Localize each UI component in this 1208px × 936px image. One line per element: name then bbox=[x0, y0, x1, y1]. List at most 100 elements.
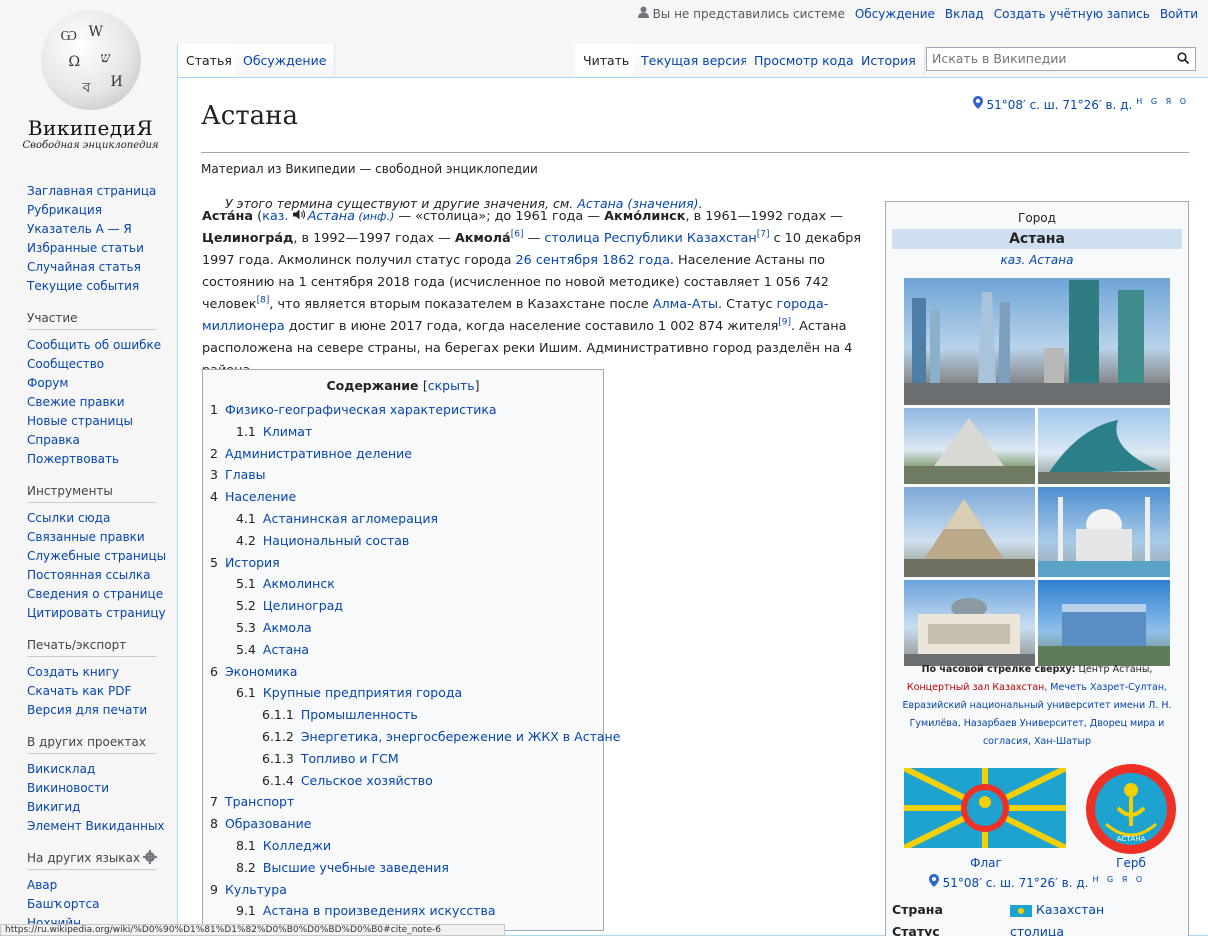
toc-link[interactable]: 4 Население bbox=[210, 489, 296, 504]
sidebar-participation-link[interactable]: Справка bbox=[27, 433, 80, 447]
sidebar-print-link[interactable]: Версия для печати bbox=[27, 703, 147, 717]
toc-item[interactable]: 8.1 Колледжи bbox=[203, 835, 603, 857]
toc-item[interactable]: 6.1.2 Энергетика, энергосбережение и ЖКХ … bbox=[203, 726, 620, 748]
flag-label[interactable]: Флаг bbox=[956, 856, 1016, 870]
sidebar-project-link[interactable]: Викигид bbox=[27, 800, 80, 814]
sidebar-participation-item[interactable]: Форум bbox=[27, 374, 157, 393]
sidebar-tools-item[interactable]: Сведения о странице bbox=[27, 585, 163, 604]
tab-talk[interactable]: Обсуждение bbox=[235, 44, 336, 77]
sidebar-participation-item[interactable]: Новые страницы bbox=[27, 412, 157, 431]
sidebar-tools-link[interactable]: Сведения о странице bbox=[27, 587, 163, 601]
sidebar-participation-link[interactable]: Пожертвовать bbox=[27, 452, 119, 466]
tab-read[interactable]: Читать bbox=[575, 44, 639, 77]
sidebar-nav-item[interactable]: Случайная статья bbox=[27, 258, 157, 277]
toc-item[interactable]: 5.3 Акмола bbox=[203, 617, 603, 639]
sidebar-participation-link[interactable]: Сообщество bbox=[27, 357, 104, 371]
sidebar-nav-link[interactable]: Указатель А — Я bbox=[27, 222, 132, 236]
sidebar-tools-link[interactable]: Связанные правки bbox=[27, 530, 145, 544]
toc-item[interactable]: 2 Административное деление bbox=[203, 443, 603, 465]
sidebar-print-link[interactable]: Создать книгу bbox=[27, 665, 119, 679]
gear-icon[interactable] bbox=[143, 850, 157, 868]
toc-link[interactable]: 9.1 Астана в произведениях искусства bbox=[236, 903, 496, 918]
country-link[interactable]: Казахстан bbox=[1036, 902, 1104, 917]
sidebar-participation-item[interactable]: Сообщество bbox=[27, 355, 157, 374]
sidebar-project-item[interactable]: Викиновости bbox=[27, 779, 157, 798]
audio-info-link[interactable]: (инф.) bbox=[355, 210, 394, 223]
sidebar-tools-link[interactable]: Ссылки сюда bbox=[27, 511, 110, 525]
capital-link[interactable]: столица Республики Казахстан bbox=[544, 231, 756, 246]
toc-item[interactable]: 1 Физико-географическая характеристика bbox=[203, 399, 603, 421]
infobox-kaz-link[interactable]: каз. Астана bbox=[1001, 253, 1074, 267]
photo-hazret-sultan-mosque[interactable] bbox=[1038, 487, 1170, 577]
toc-link[interactable]: 1.1 Климат bbox=[236, 424, 312, 439]
toc-link[interactable]: 5.3 Акмола bbox=[236, 620, 312, 635]
toc-item[interactable]: 5.1 Акмолинск bbox=[203, 573, 603, 595]
toc-link[interactable]: 5.1 Акмолинск bbox=[236, 576, 335, 591]
sidebar-participation-item[interactable]: Свежие правки bbox=[27, 393, 157, 412]
sidebar-tools-item[interactable]: Постоянная ссылка bbox=[27, 566, 157, 585]
toc-item[interactable]: 4.2 Национальный состав bbox=[203, 530, 603, 552]
sidebar-participation-link[interactable]: Сообщить об ошибке bbox=[27, 338, 161, 352]
toc-link[interactable]: 7 Транспорт bbox=[210, 794, 294, 809]
sidebar-nav-link[interactable]: Текущие события bbox=[27, 279, 139, 293]
toc-item[interactable]: 6.1 Крупные предприятия города bbox=[203, 682, 603, 704]
toc-link[interactable]: 4.2 Национальный состав bbox=[236, 533, 409, 548]
toc-item[interactable]: 5.4 Астана bbox=[203, 639, 603, 661]
toc-item[interactable]: 4 Население bbox=[203, 486, 603, 508]
sidebar-participation-link[interactable]: Форум bbox=[27, 376, 68, 390]
sidebar-language-item[interactable]: Авар bbox=[27, 876, 157, 895]
create-account-link[interactable]: Создать учётную запись bbox=[994, 7, 1150, 21]
toc-item[interactable]: 6.1.1 Промышленность bbox=[203, 704, 603, 726]
photo-concert-hall[interactable] bbox=[1038, 408, 1170, 484]
almaty-link[interactable]: Алма-Аты bbox=[653, 297, 718, 312]
ref-6[interactable]: [6] bbox=[511, 230, 524, 240]
toc-link[interactable]: 8.1 Колледжи bbox=[236, 838, 331, 853]
caption-red-link[interactable]: Концертный зал Казахстан bbox=[907, 682, 1044, 693]
sidebar-project-item[interactable]: Викисклад bbox=[27, 760, 157, 779]
tab-history[interactable]: История bbox=[853, 44, 925, 77]
toc-item[interactable]: 8.2 Высшие учебные заведения bbox=[203, 857, 603, 879]
sidebar-tools-item[interactable]: Служебные страницы bbox=[27, 547, 166, 566]
ref-8[interactable]: [8] bbox=[257, 296, 270, 306]
toc-item[interactable]: 6.1.3 Топливо и ГСМ bbox=[203, 748, 603, 770]
infobox-coordinates[interactable]: 51°08′ с. ш. 71°26′ в. д. H G Я O bbox=[886, 874, 1188, 890]
toc-link[interactable]: 5.2 Целиноград bbox=[236, 598, 343, 613]
kaz-link[interactable]: каз. bbox=[262, 209, 288, 224]
sidebar-tools-link[interactable]: Постоянная ссылка bbox=[27, 568, 151, 582]
toc-item[interactable]: 9 Культура bbox=[203, 879, 603, 901]
sidebar-nav-link[interactable]: Заглавная страница bbox=[27, 184, 156, 198]
status-value[interactable]: столица bbox=[1010, 924, 1064, 936]
sidebar-participation-link[interactable]: Свежие правки bbox=[27, 395, 125, 409]
sidebar-print-item[interactable]: Версия для печати bbox=[27, 701, 157, 720]
speaker-icon[interactable] bbox=[292, 209, 305, 224]
tab-current-version[interactable]: Текущая версия bbox=[633, 44, 757, 77]
audio-link[interactable]: Астана bbox=[308, 209, 355, 224]
toc-item[interactable]: 8 Образование bbox=[203, 813, 603, 835]
sidebar-participation-item[interactable]: Сообщить об ошибке bbox=[27, 336, 161, 355]
sidebar-participation-item[interactable]: Справка bbox=[27, 431, 157, 450]
toc-link[interactable]: 5 История bbox=[210, 555, 280, 570]
flag-image[interactable] bbox=[904, 768, 1066, 848]
toc-item[interactable]: 6.1.4 Сельское хозяйство bbox=[203, 770, 603, 792]
toc-link[interactable]: 9 Культура bbox=[210, 882, 287, 897]
talk-link[interactable]: Обсуждение bbox=[855, 7, 935, 21]
toc-link[interactable]: 6.1.3 Топливо и ГСМ bbox=[262, 751, 399, 766]
ref-7[interactable]: [7] bbox=[757, 230, 770, 240]
sidebar-participation-link[interactable]: Новые страницы bbox=[27, 414, 133, 428]
emblem-link[interactable]: Герб bbox=[1116, 856, 1146, 870]
ref-9[interactable]: [9] bbox=[778, 318, 791, 328]
toc-item[interactable]: 5.2 Целиноград bbox=[203, 595, 603, 617]
sidebar-project-link[interactable]: Викиновости bbox=[27, 781, 109, 795]
wikipedia-logo[interactable]: Ѡ W Ω ש ব И ВикипедиЯ Свободная энциклоп… bbox=[18, 10, 163, 160]
sidebar-project-link[interactable]: Викисклад bbox=[27, 762, 95, 776]
toc-item[interactable]: 5 История bbox=[203, 552, 603, 574]
sidebar-nav-item[interactable]: Избранные статьи bbox=[27, 239, 157, 258]
country-value[interactable]: Казахстан bbox=[1010, 902, 1104, 917]
search-input[interactable]: Искать в Википедии bbox=[926, 47, 1196, 71]
sidebar-project-link[interactable]: Элемент Викиданных bbox=[27, 819, 165, 833]
sidebar-tools-item[interactable]: Ссылки сюда bbox=[27, 509, 157, 528]
sidebar-tools-link[interactable]: Цитировать страницу bbox=[27, 606, 166, 620]
search-icon[interactable] bbox=[1177, 52, 1190, 65]
sidebar-nav-item[interactable]: Указатель А — Я bbox=[27, 220, 157, 239]
login-link[interactable]: Войти bbox=[1160, 7, 1198, 21]
